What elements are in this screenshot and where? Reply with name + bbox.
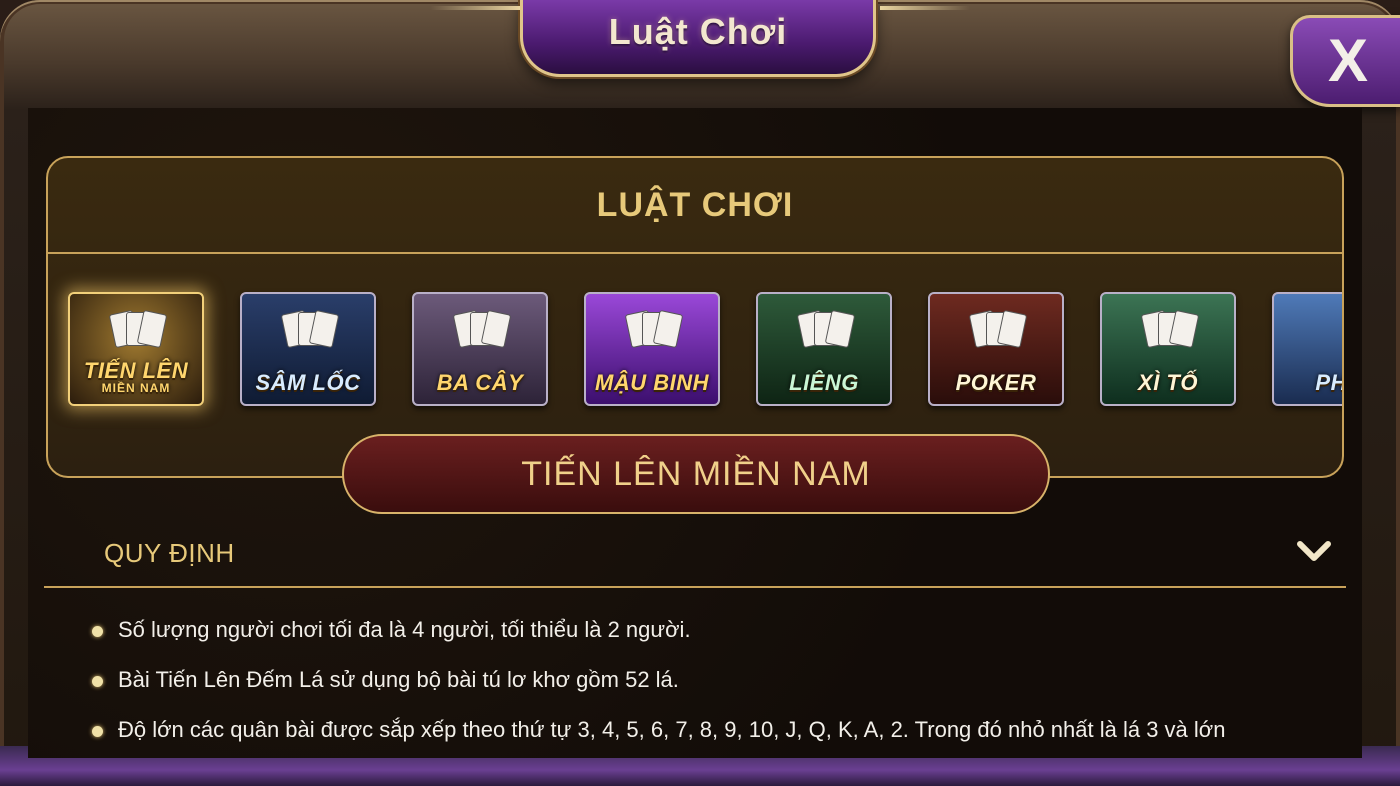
close-icon: X [1327, 27, 1369, 94]
game-label: LIÊNG [789, 370, 859, 395]
dialog-title: Luật Chơi [608, 11, 788, 52]
game-label: POKER [955, 370, 1037, 395]
game-label: TIẾN LÊN MIỀN NAM [83, 358, 189, 395]
game-label: PHỎ [1315, 370, 1342, 395]
close-button[interactable]: X [1290, 15, 1400, 107]
game-label: XÌ TỐ [1138, 370, 1198, 395]
rules-list: Số lượng người chơi tối đa là 4 người, t… [90, 616, 1342, 758]
rule-item: Bài Tiến Lên Đếm Lá sử dụng bộ bài tú lơ… [90, 666, 1342, 694]
rule-item: Số lượng người chơi tối đa là 4 người, t… [90, 616, 1342, 644]
header-wing-right [880, 6, 970, 10]
rule-item: Độ lớn các quân bài được sắp xếp theo th… [90, 716, 1342, 744]
game-item-pho[interactable]: PHỎ [1272, 292, 1342, 406]
panel-title: LUẬT CHƠI [48, 158, 1342, 254]
game-item-mau-binh[interactable]: MẬU BINH [584, 292, 720, 406]
rules-section-title: QUY ĐỊNH [104, 538, 235, 568]
game-label: SÂM LỐC [255, 370, 361, 395]
game-select-panel: LUẬT CHƠI TIẾN LÊN MIỀN NAM SÂM LỐC BA CÂ… [46, 156, 1344, 478]
game-item-poker[interactable]: POKER [928, 292, 1064, 406]
game-label: MẬU BINH [595, 370, 709, 395]
dialog-header: Luật Chơi [520, 0, 876, 77]
selected-game-title: TIẾN LÊN MIỀN NAM [342, 434, 1050, 514]
game-item-xi-to[interactable]: XÌ TỐ [1100, 292, 1236, 406]
game-item-lieng[interactable]: LIÊNG [756, 292, 892, 406]
header-wing-left [430, 6, 520, 10]
rules-section-header[interactable]: QUY ĐỊNH [44, 524, 1346, 588]
game-label: BA CÂY [436, 370, 524, 395]
dialog-content: LUẬT CHƠI TIẾN LÊN MIỀN NAM SÂM LỐC BA CÂ… [28, 108, 1362, 758]
game-item-sam-loc[interactable]: SÂM LỐC [240, 292, 376, 406]
game-item-ba-cay[interactable]: BA CÂY [412, 292, 548, 406]
game-item-tien-len[interactable]: TIẾN LÊN MIỀN NAM [68, 292, 204, 406]
chevron-down-icon[interactable] [1296, 538, 1332, 566]
